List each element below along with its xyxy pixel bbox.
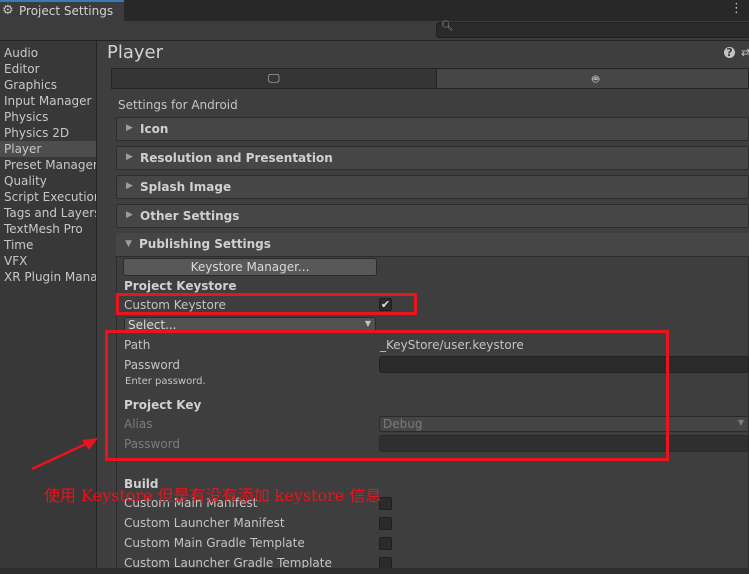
tab-desktop[interactable]: 🖵︎ bbox=[111, 68, 437, 89]
footer-strip bbox=[0, 568, 749, 574]
window-title: Project Settings bbox=[19, 4, 114, 18]
sidebar-item-player[interactable]: Player bbox=[0, 141, 96, 157]
sidebar-item-physics[interactable]: Physics bbox=[0, 109, 96, 125]
desktop-icon: 🖵︎ bbox=[268, 71, 280, 85]
custom-main-gradle-checkbox[interactable] bbox=[379, 537, 392, 550]
sidebar-item-xr-plugin[interactable]: XR Plugin Manage bbox=[0, 269, 96, 285]
sidebar-item-textmesh-pro[interactable]: TextMesh Pro bbox=[0, 221, 96, 237]
section-resolution[interactable]: ▶ Resolution and Presentation bbox=[116, 146, 749, 170]
project-keystore-header: Project Keystore bbox=[124, 279, 237, 293]
chevron-down-icon: ▼ bbox=[364, 319, 371, 328]
section-label: Other Settings bbox=[140, 209, 240, 223]
sidebar-item-editor[interactable]: Editor bbox=[0, 61, 96, 77]
tab-android[interactable]: 🤖︎ bbox=[437, 68, 749, 89]
section-label: Resolution and Presentation bbox=[140, 151, 333, 165]
preset-icon[interactable]: ⇄ bbox=[741, 46, 749, 59]
section-splash-image[interactable]: ▶ Splash Image bbox=[116, 175, 749, 199]
chevron-right-icon: ▶ bbox=[126, 181, 133, 191]
platform-label: Settings for Android bbox=[118, 98, 238, 112]
annotation-box-custom-keystore bbox=[116, 293, 417, 315]
gear-icon: ⚙ bbox=[2, 3, 14, 18]
page-title: Player bbox=[107, 42, 164, 63]
android-icon: 🤖︎ bbox=[592, 72, 600, 86]
section-label: Publishing Settings bbox=[139, 237, 271, 251]
search-icon: 🔍︎ bbox=[441, 21, 454, 32]
section-other-settings[interactable]: ▶ Other Settings bbox=[116, 204, 749, 228]
section-label: Splash Image bbox=[140, 180, 232, 194]
sidebar-item-physics-2d[interactable]: Physics 2D bbox=[0, 125, 96, 141]
annotation-text: 使用 Keystore 但是有没有添加 keystore 信息 bbox=[44, 486, 382, 505]
sidebar-item-time[interactable]: Time bbox=[0, 237, 96, 253]
sidebar-item-input-manager[interactable]: Input Manager bbox=[0, 93, 96, 109]
annotation-box-keystore-info bbox=[105, 330, 669, 461]
annotation-arrow bbox=[31, 438, 98, 471]
sidebar-item-quality[interactable]: Quality bbox=[0, 173, 96, 189]
more-options-icon[interactable]: ⋮ bbox=[730, 1, 743, 16]
sidebar-item-vfx[interactable]: VFX bbox=[0, 253, 96, 269]
chevron-down-icon: ▼ bbox=[737, 418, 744, 427]
chevron-right-icon: ▶ bbox=[126, 152, 133, 162]
section-label: Icon bbox=[140, 122, 169, 136]
sidebar-item-graphics[interactable]: Graphics bbox=[0, 77, 96, 93]
chevron-right-icon: ▶ bbox=[126, 210, 133, 220]
window-tab-project-settings[interactable]: ⚙ Project Settings bbox=[0, 0, 124, 21]
custom-launcher-manifest-checkbox[interactable] bbox=[379, 517, 392, 530]
chevron-down-icon: ▼ bbox=[125, 239, 132, 249]
custom-main-gradle-label: Custom Main Gradle Template bbox=[124, 536, 305, 550]
help-icon[interactable]: ? bbox=[724, 47, 735, 58]
chevron-right-icon: ▶ bbox=[126, 123, 133, 133]
sidebar-item-audio[interactable]: Audio bbox=[0, 45, 96, 61]
custom-launcher-manifest-label: Custom Launcher Manifest bbox=[124, 516, 285, 530]
sidebar-item-tags-and-layers[interactable]: Tags and Layers bbox=[0, 205, 96, 221]
section-publishing-settings[interactable]: ▼ Publishing Settings bbox=[116, 233, 749, 257]
search-input[interactable]: 🔍︎ bbox=[436, 21, 749, 38]
sidebar-item-script-execution[interactable]: Script Execution bbox=[0, 189, 96, 205]
keystore-manager-button[interactable]: Keystore Manager... bbox=[123, 258, 377, 276]
sidebar-item-preset-manager[interactable]: Preset Manager bbox=[0, 157, 96, 173]
section-icon[interactable]: ▶ Icon bbox=[116, 117, 749, 141]
